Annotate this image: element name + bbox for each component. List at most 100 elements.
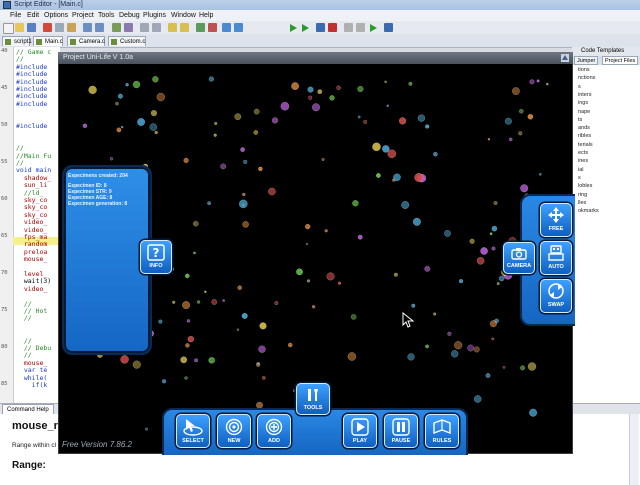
specimen-particle[interactable] <box>375 173 381 178</box>
specimen-particle[interactable] <box>144 427 149 431</box>
specimen-particle[interactable] <box>414 173 424 182</box>
watch-icon[interactable] <box>384 23 393 32</box>
side-panel-item[interactable]: lles <box>578 200 586 206</box>
specimen-particle[interactable] <box>520 184 529 193</box>
continue-icon[interactable] <box>370 24 377 32</box>
rules-button[interactable]: RULES <box>425 414 459 448</box>
specimen-particle[interactable] <box>242 221 249 228</box>
specimen-particle[interactable] <box>132 360 141 369</box>
specimen-particle[interactable] <box>280 101 290 111</box>
specimen-particle[interactable] <box>508 137 513 142</box>
specimen-particle[interactable] <box>307 86 314 93</box>
specimen-particle[interactable] <box>156 92 166 102</box>
specimen-particle[interactable] <box>253 108 260 115</box>
specimen-particle[interactable] <box>172 300 176 304</box>
specimen-particle[interactable] <box>529 408 538 417</box>
specimen-particle[interactable] <box>261 376 266 380</box>
specimen-particle[interactable] <box>447 331 452 336</box>
specimen-particle[interactable] <box>183 157 189 164</box>
specimen-particle[interactable] <box>109 157 114 161</box>
specimen-particle[interactable] <box>243 159 248 165</box>
menu-plugins[interactable]: Plugins <box>143 10 166 21</box>
find-icon[interactable] <box>112 23 121 32</box>
stop-build-icon[interactable] <box>208 23 217 32</box>
tab-script1[interactable]: script1 <box>2 36 32 46</box>
specimen-particle[interactable] <box>498 275 505 282</box>
specimen-particle[interactable] <box>520 365 526 371</box>
specimen-particle[interactable] <box>268 187 276 196</box>
specimen-particle[interactable] <box>253 130 259 135</box>
specimen-particle[interactable] <box>196 300 201 304</box>
side-panel-item[interactable]: ines <box>578 158 588 164</box>
specimen-particle[interactable] <box>491 225 498 232</box>
menu-file[interactable]: File <box>10 10 21 21</box>
bookmark-icon[interactable] <box>168 23 177 32</box>
play-button[interactable]: PLAY <box>343 414 377 448</box>
specimen-particle[interactable] <box>545 82 549 86</box>
specimen-particle[interactable] <box>185 343 190 348</box>
specimen-particle[interactable] <box>311 103 321 112</box>
run-debug-icon[interactable] <box>302 24 309 32</box>
specimen-particle[interactable] <box>238 199 248 209</box>
cut-icon[interactable] <box>43 23 52 32</box>
specimen-particle[interactable] <box>152 76 159 83</box>
specimen-particle[interactable] <box>398 117 407 125</box>
side-panel-item[interactable]: ribles <box>578 133 591 139</box>
menu-edit[interactable]: Edit <box>27 10 39 21</box>
side-panel-item[interactable]: ects <box>578 150 588 156</box>
side-panel-item[interactable]: ings <box>578 100 588 106</box>
specimen-particle[interactable] <box>234 113 242 121</box>
paste-icon[interactable] <box>67 23 76 32</box>
side-panel-item[interactable]: ring <box>578 192 587 198</box>
specimen-particle[interactable] <box>458 278 464 284</box>
side-panel-item[interactable]: nctions <box>578 75 595 81</box>
specimen-particle[interactable] <box>241 312 248 319</box>
specimen-particle[interactable] <box>324 229 328 233</box>
specimen-particle[interactable] <box>306 279 311 283</box>
specimen-particle[interactable] <box>401 200 410 210</box>
specimen-particle[interactable] <box>158 319 163 324</box>
open-folder-icon[interactable] <box>15 23 24 32</box>
specimen-particle[interactable] <box>469 238 475 244</box>
specimen-particle[interactable] <box>193 251 196 255</box>
specimen-particle[interactable] <box>308 95 313 100</box>
specimen-particle[interactable] <box>527 362 537 371</box>
specimen-particle[interactable] <box>493 200 498 206</box>
specimen-particle[interactable] <box>291 82 300 91</box>
step-icon[interactable] <box>344 23 353 32</box>
specimen-particle[interactable] <box>487 137 491 141</box>
build-icon[interactable] <box>222 23 231 32</box>
swap-button[interactable]: SWAP <box>540 279 572 313</box>
specimen-particle[interactable] <box>149 123 158 131</box>
specimen-particle[interactable] <box>192 220 199 227</box>
specimen-particle[interactable] <box>357 85 364 93</box>
tab-main-c[interactable]: Main.c <box>33 36 63 46</box>
specimen-particle[interactable] <box>137 118 146 126</box>
help-scrollbar[interactable] <box>629 414 639 485</box>
specimen-particle[interactable] <box>154 130 158 135</box>
specimen-particle[interactable] <box>214 121 218 126</box>
specimen-particle[interactable] <box>372 142 381 152</box>
redo-icon[interactable] <box>95 23 104 32</box>
specimen-particle[interactable] <box>518 131 523 136</box>
side-panel-item[interactable]: inters <box>578 92 591 98</box>
specimen-particle[interactable] <box>236 328 240 332</box>
specimen-particle[interactable] <box>256 362 261 367</box>
specimen-particle[interactable] <box>480 247 488 255</box>
outdent-icon[interactable] <box>152 23 161 32</box>
indent-icon[interactable] <box>140 23 149 32</box>
specimen-particle[interactable] <box>326 272 335 281</box>
specimen-particle[interactable] <box>222 299 226 303</box>
specimen-particle[interactable] <box>347 352 357 361</box>
game-app-icon[interactable] <box>561 54 569 62</box>
specimen-particle[interactable] <box>184 376 188 380</box>
add-button[interactable]: ADD <box>257 414 291 448</box>
new-button[interactable]: NEW <box>217 414 251 448</box>
replace-icon[interactable] <box>124 23 133 32</box>
copy-icon[interactable] <box>55 23 64 32</box>
specimen-particle[interactable] <box>518 108 524 114</box>
specimen-particle[interactable] <box>336 85 341 90</box>
specimen-particle[interactable] <box>412 217 421 226</box>
specimen-particle[interactable] <box>208 356 216 364</box>
specimen-particle[interactable] <box>491 337 495 341</box>
